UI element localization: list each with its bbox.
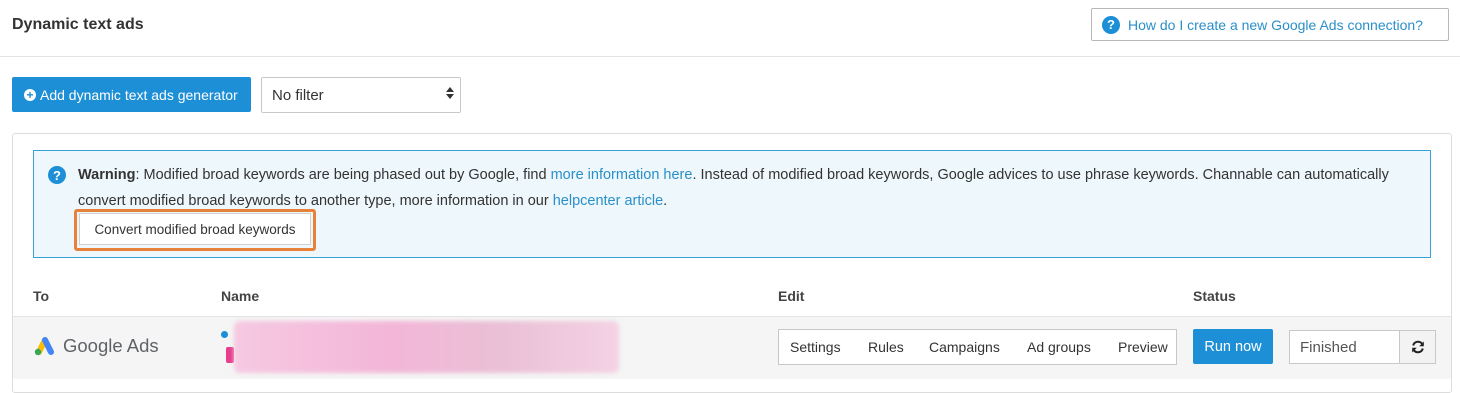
edit-settings-button[interactable]: Settings [790, 339, 841, 355]
edit-ad-groups-button[interactable]: Ad groups [1027, 339, 1091, 355]
filter-value: No filter [272, 86, 324, 104]
sort-icon [446, 87, 454, 99]
header-divider [0, 56, 1460, 57]
column-header-status: Status [1193, 288, 1236, 304]
column-header-edit: Edit [778, 288, 805, 304]
google-ads-mark-icon [34, 337, 54, 356]
plus-circle-icon: + [24, 88, 36, 101]
run-now-button[interactable]: Run now [1193, 329, 1273, 364]
edit-rules-button[interactable]: Rules [868, 339, 904, 355]
edit-preview-button[interactable]: Preview [1118, 339, 1168, 355]
page-title: Dynamic text ads [12, 16, 144, 33]
warning-text-3: . [663, 193, 668, 209]
helpcenter-article-link[interactable]: helpcenter article [553, 193, 663, 209]
google-ads-logo: Google Ads [33, 335, 159, 357]
warning-message: Warning: Modified broad keywords are bei… [78, 162, 1398, 214]
edit-campaigns-button[interactable]: Campaigns [929, 339, 1000, 355]
refresh-button[interactable] [1399, 330, 1436, 364]
column-header-to: To [33, 288, 50, 304]
question-circle-icon: ? [1102, 15, 1120, 34]
help-connection-button[interactable]: ? How do I create a new Google Ads conne… [1091, 8, 1449, 41]
add-generator-button[interactable]: + Add dynamic text ads generator [12, 77, 251, 112]
more-information-link[interactable]: more information here [551, 167, 693, 183]
status-field: Finished [1289, 330, 1400, 364]
warning-text-1: : Modified broad keywords are being phas… [135, 167, 551, 183]
status-dot [221, 331, 228, 338]
warning-prefix: Warning [78, 167, 136, 183]
google-ads-wordmark: Google Ads [63, 335, 159, 356]
help-connection-label: How do I create a new Google Ads connect… [1128, 16, 1423, 33]
edit-actions-group: Settings Rules Campaigns Ad groups Previ… [778, 329, 1177, 365]
convert-keywords-button[interactable]: Convert modified broad keywords [79, 213, 311, 245]
question-circle-icon: ? [48, 166, 66, 184]
label-tag [226, 347, 234, 363]
add-generator-label: Add dynamic text ads generator [40, 86, 238, 103]
column-header-name: Name [221, 288, 260, 304]
refresh-icon [1411, 340, 1424, 354]
filter-select[interactable]: No filter [261, 77, 461, 113]
generator-name-redacted[interactable] [234, 321, 619, 373]
